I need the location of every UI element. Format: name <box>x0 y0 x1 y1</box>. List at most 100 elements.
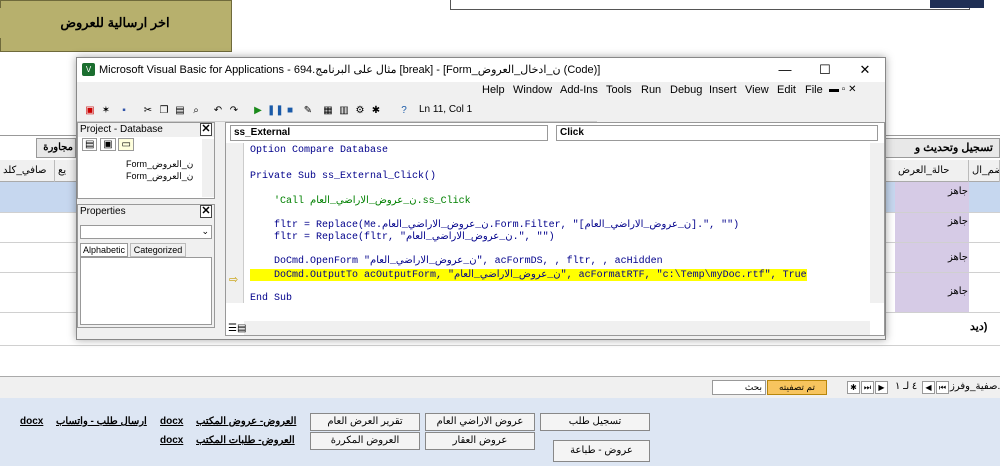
send-request-whatsapp-link[interactable]: ارسال طلب - واتساب <box>56 416 147 427</box>
project-tree-item[interactable]: Form_ن_العروض <box>126 171 193 182</box>
last-record-icon[interactable]: ⏭ <box>861 381 874 394</box>
project-tree-item[interactable]: Form_ن_العروض <box>126 159 193 170</box>
help-icon[interactable]: ? <box>397 104 411 118</box>
code-vertical-scrollbar[interactable] <box>870 143 884 303</box>
code-line[interactable]: Private Sub ss_External_Click() <box>250 171 436 182</box>
search-input[interactable]: بحث <box>712 380 766 395</box>
vba-title-bar[interactable]: V Microsoft Visual Basic for Application… <box>77 58 885 82</box>
view-code-icon[interactable]: ▤ <box>82 138 98 151</box>
bottom-button-panel: تسجيل طلب عروض الاراضي العام تقرير العرض… <box>0 398 1000 466</box>
code-line[interactable]: fltr = Replace(Me.ن_عروض_الاراضي_العام.F… <box>250 219 739 231</box>
reset-icon[interactable]: ■ <box>283 104 297 118</box>
close-icon[interactable]: ✕ <box>845 58 885 82</box>
save-icon[interactable]: ▪ <box>117 104 131 118</box>
access-icon[interactable]: ▣ <box>83 104 97 118</box>
public-land-offers-button[interactable]: عروض الاراضي العام <box>425 413 535 431</box>
view-object-icon[interactable]: ▣ <box>100 138 116 151</box>
toggle-folders-icon[interactable]: ▭ <box>118 138 134 151</box>
object-browser-icon[interactable]: ⚙ <box>353 104 367 118</box>
menu-insert[interactable]: Insert <box>709 84 737 96</box>
undo-icon[interactable]: ↶ <box>211 104 225 118</box>
break-icon[interactable]: ❚❚ <box>267 104 284 118</box>
menu-addins[interactable]: Add-Ins <box>560 84 598 96</box>
view-toggle-icon[interactable]: ☰▤ <box>228 323 246 334</box>
highlighted-code-line[interactable]: DoCmd.OutputTo acOutputForm, "ن_عروض_الا… <box>250 269 807 281</box>
restore-mini-icon[interactable]: ▬ ▫ ✕ <box>829 84 856 95</box>
menu-view[interactable]: View <box>745 84 769 96</box>
menu-debug[interactable]: Debug <box>670 84 702 96</box>
project-pane-title: Project - Database <box>78 123 214 137</box>
col-header-net[interactable]: صافي_كلد <box>0 160 55 182</box>
paste-icon[interactable]: ▤ <box>173 104 187 118</box>
minimize-icon[interactable]: — <box>765 58 805 82</box>
menu-run[interactable]: Run <box>641 84 661 96</box>
project-close-icon[interactable]: ✕ <box>200 123 212 136</box>
procedure-combo[interactable]: Click <box>556 125 878 141</box>
project-explorer-icon[interactable]: ▦ <box>321 104 335 118</box>
code-comment-line[interactable]: 'Call ن_عروض_الاراضي_العام.ss_Click <box>250 195 471 207</box>
col-header-offer-status[interactable]: حالة_العرض <box>895 160 969 182</box>
cut-icon[interactable]: ✂ <box>141 104 155 118</box>
status-cell[interactable]: جاهز <box>940 286 968 297</box>
filter-toggle-button[interactable]: تم تصفيته <box>767 380 827 395</box>
vba-window-title: Microsoft Visual Basic for Applications … <box>99 64 601 76</box>
design-mode-icon[interactable]: ✎ <box>301 104 315 118</box>
tab-categorized[interactable]: Categorized <box>130 243 186 257</box>
vba-editor-window: V Microsoft Visual Basic for Application… <box>76 57 886 340</box>
menu-window[interactable]: Window <box>513 84 552 96</box>
prev-record-icon[interactable]: ◀ <box>922 381 935 394</box>
top-input-field[interactable] <box>450 0 970 10</box>
next-record-icon[interactable]: ▶ <box>875 381 888 394</box>
vba-toolbar: ▣ ✶ ▪ ✂ ❐ ▤ ⌕ ↶ ↷ ▶ ❚❚ ■ ✎ ▦ ▥ ⚙ ✱ ? Ln … <box>77 100 597 122</box>
properties-icon[interactable]: ▥ <box>337 104 351 118</box>
cursor-position-status: Ln 11, Col 1 <box>419 104 473 115</box>
status-cell[interactable]: جاهز <box>940 252 968 263</box>
object-combo[interactable]: ss_External <box>230 125 548 141</box>
register-update-button[interactable]: تسجيل وتحديث و <box>880 138 1000 158</box>
menu-tools[interactable]: Tools <box>606 84 632 96</box>
code-line[interactable]: fltr = Replace(fltr, "ن_عروض_الاراضي_الع… <box>250 231 555 243</box>
offers-print-button[interactable]: عروض - طباعة <box>553 440 650 462</box>
project-explorer-pane: Project - Database ✕ ▤ ▣ ▭ Form_ن_العروض… <box>77 122 215 199</box>
status-cell[interactable]: جاهز <box>940 186 968 197</box>
tab-alphabetic[interactable]: Alphabetic <box>80 243 128 257</box>
top-dark-field <box>930 0 984 8</box>
properties-grid[interactable] <box>80 257 212 325</box>
run-icon[interactable]: ▶ <box>251 104 265 118</box>
project-scrollbar[interactable] <box>202 139 214 197</box>
real-estate-offers-button[interactable]: عروض العقار <box>425 432 535 450</box>
nav-left-text: صفية_وفرز... <box>950 381 1000 392</box>
code-horizontal-scrollbar[interactable] <box>244 321 870 335</box>
toolbox-icon[interactable]: ✱ <box>369 104 383 118</box>
register-request-button[interactable]: تسجيل طلب <box>540 413 650 431</box>
code-window: ss_External Click ⇨ Option Compare Datab… <box>225 122 885 336</box>
menu-edit[interactable]: Edit <box>777 84 796 96</box>
properties-object-dropdown[interactable]: ⌄ <box>80 225 212 239</box>
col-header-join[interactable]: ضم_ال <box>969 160 1000 182</box>
general-offer-report-button[interactable]: تقرير العرض العام <box>310 413 420 431</box>
adjacent-button[interactable]: مجاورة <box>36 138 76 158</box>
office-offers-link[interactable]: العروض- عروض المكتب <box>196 416 296 427</box>
maximize-icon[interactable]: ☐ <box>805 58 845 82</box>
menu-file[interactable]: File <box>805 84 823 96</box>
menu-help[interactable]: Help <box>482 84 505 96</box>
row-divider <box>0 345 1000 346</box>
send-request-doc-link[interactable]: docx <box>20 416 43 427</box>
properties-close-icon[interactable]: ✕ <box>200 205 212 218</box>
redo-icon[interactable]: ↷ <box>227 104 241 118</box>
code-line[interactable]: Option Compare Database <box>250 145 388 156</box>
office-requests-link[interactable]: العروض- طلبات المكتب <box>196 435 295 446</box>
code-line[interactable]: DoCmd.OpenForm "ن_عروض_الاراضي_العام", a… <box>250 255 663 267</box>
new-record-icon[interactable]: ✱ <box>847 381 860 394</box>
record-indicator[interactable]: ٤ لـ ١ <box>895 381 917 392</box>
copy-icon[interactable]: ❐ <box>157 104 171 118</box>
office-requests-doc-link[interactable]: docx <box>160 435 183 446</box>
office-offers-doc-link[interactable]: docx <box>160 416 183 427</box>
find-icon[interactable]: ⌕ <box>189 104 203 118</box>
project-toolbar: ▤ ▣ ▭ <box>82 138 134 151</box>
first-record-icon[interactable]: ⏮ <box>936 381 949 394</box>
insert-icon[interactable]: ✶ <box>99 104 113 118</box>
repeated-offers-button[interactable]: العروض المكررة <box>310 432 420 450</box>
code-line[interactable]: End Sub <box>250 293 292 304</box>
status-cell[interactable]: جاهز <box>940 216 968 227</box>
